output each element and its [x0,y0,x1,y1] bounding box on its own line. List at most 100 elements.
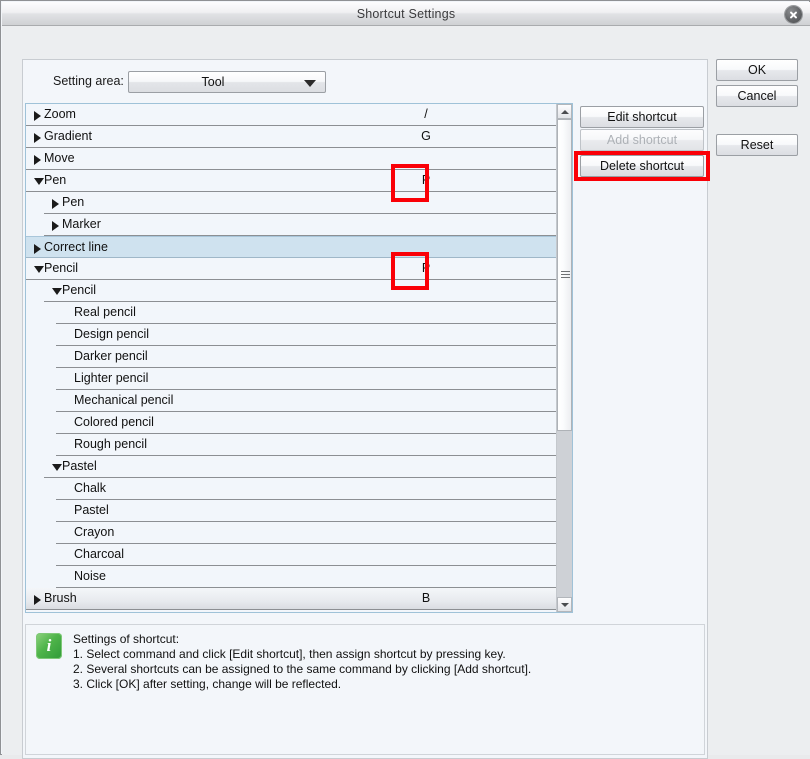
tree-row[interactable]: Design pencil [26,324,557,346]
tree-row-shortcut-key [356,500,496,521]
window-title: Shortcut Settings [2,2,810,26]
edit-shortcut-button[interactable]: Edit shortcut [580,106,704,128]
expander-closed-icon[interactable] [52,221,59,231]
tree-row-shortcut-key: / [356,104,496,125]
info-icon [36,633,62,659]
tree-row[interactable]: Chalk [26,478,557,500]
tree-row-shortcut-key [356,544,496,565]
reset-button[interactable]: Reset [716,134,798,156]
tree-row[interactable]: Pen P [26,170,557,192]
tree-row-label: Zoom [44,104,76,125]
tree-row-label: Noise [74,566,106,587]
tree-row[interactable]: Pen [26,192,557,214]
tree-row-shortcut-key: P [356,258,496,279]
ok-button[interactable]: OK [716,59,798,81]
expander-open-icon[interactable] [52,288,62,295]
tree-row-label: Pencil [44,258,78,279]
tree-row-label: Pencil [62,280,96,301]
tree-row[interactable]: Move [26,148,557,170]
delete-shortcut-button[interactable]: Delete shortcut [580,155,704,177]
scrollbar-track[interactable] [557,119,572,597]
tree-row-shortcut-key [356,522,496,543]
tree-row-shortcut-key [356,192,496,213]
setting-area-dropdown[interactable]: Tool [128,71,326,93]
tree-row[interactable]: Marker [26,214,557,236]
tree-row-shortcut-key [356,237,496,258]
expander-closed-icon[interactable] [34,111,41,121]
tree-row-shortcut-key [356,566,496,587]
tree-row[interactable]: Zoom / [26,104,557,126]
setting-area-label: Setting area: [53,74,124,88]
tree-row[interactable]: Crayon [26,522,557,544]
tree-row[interactable]: Charcoal [26,544,557,566]
tree-row-shortcut-key [356,280,496,301]
info-text: Settings of shortcut:1. Select command a… [73,632,693,692]
tree-row-label: Pen [44,170,66,191]
tree-row[interactable]: Mechanical pencil [26,390,557,412]
tree-row[interactable]: Darker pencil [26,346,557,368]
shortcut-tree-rows: Zoom/GradientGMovePenPPenMarkerCorrect l… [26,104,557,612]
tree-row-label: Pastel [74,500,109,521]
tree-row[interactable]: Brush B [26,588,557,610]
tree-row-label: Gradient [44,126,92,147]
tree-row-label: Correct line [44,237,108,258]
dialog-client-area: Setting area: Tool Zoom/GradientGMovePen… [2,26,810,755]
tree-row-separator [26,609,557,610]
tree-row-shortcut-key: G [356,126,496,147]
tree-row-shortcut-key: P [356,170,496,191]
tree-row[interactable]: Pastel [26,500,557,522]
cancel-button[interactable]: Cancel [716,85,798,107]
tree-row[interactable]: Correct line [26,236,557,258]
tree-row-shortcut-key [356,368,496,389]
tree-row[interactable]: Real pencil [26,302,557,324]
expander-closed-icon[interactable] [34,244,41,254]
tree-row-label: Charcoal [74,544,124,565]
expander-closed-icon[interactable] [34,595,41,605]
tree-row-label: Chalk [74,478,106,499]
chevron-down-icon [304,80,316,87]
expander-open-icon[interactable] [34,178,44,185]
tree-row[interactable]: Colored pencil [26,412,557,434]
expander-closed-icon[interactable] [52,199,59,209]
tree-row[interactable]: Pencil P [26,258,557,280]
scroll-up-arrow-icon[interactable] [557,104,572,119]
tree-row-shortcut-key [356,148,496,169]
tree-row[interactable]: Rough pencil [26,434,557,456]
scroll-down-arrow-icon[interactable] [557,597,572,612]
close-icon[interactable] [785,6,802,23]
tree-row-label: Lighter pencil [74,368,148,389]
tree-row-shortcut-key [356,412,496,433]
tree-row-label: Colored pencil [74,412,154,433]
tree-row-label: Pen [62,192,84,213]
tree-row-label: Rough pencil [74,434,147,455]
tree-row-shortcut-key [356,478,496,499]
scrollbar-thumb[interactable] [557,119,572,431]
tree-row[interactable]: Gradient G [26,126,557,148]
titlebar: Shortcut Settings [2,2,810,26]
tree-row[interactable]: Pencil [26,280,557,302]
info-line: 2. Several shortcuts can be assigned to … [73,662,693,677]
tree-row-label: Marker [62,214,101,235]
tree-row-label: Pastel [62,456,97,477]
expander-open-icon[interactable] [52,464,62,471]
expander-closed-icon[interactable] [34,155,41,165]
tree-row-shortcut-key [356,456,496,477]
tree-row[interactable]: Noise [26,566,557,588]
tree-row-label: Real pencil [74,302,136,323]
tree-row-shortcut-key [356,214,496,235]
info-line: 3. Click [OK] after setting, change will… [73,677,693,692]
expander-open-icon[interactable] [34,266,44,273]
tree-row[interactable]: Lighter pencil [26,368,557,390]
add-shortcut-button: Add shortcut [580,129,704,151]
info-line: Settings of shortcut: [73,632,693,647]
tree-row[interactable]: Pastel [26,456,557,478]
tree-row-shortcut-key: B [356,588,496,609]
expander-closed-icon[interactable] [34,133,41,143]
tree-row-shortcut-key [356,390,496,411]
shortcut-settings-dialog: Shortcut Settings Setting area: Tool Zoo… [0,0,810,755]
tree-row-shortcut-key [356,346,496,367]
tree-scrollbar[interactable] [556,104,572,612]
scrollbar-grip-icon [561,271,570,279]
tree-row-label: Brush [44,588,77,609]
shortcut-tree-list[interactable]: Zoom/GradientGMovePenPPenMarkerCorrect l… [25,103,573,613]
